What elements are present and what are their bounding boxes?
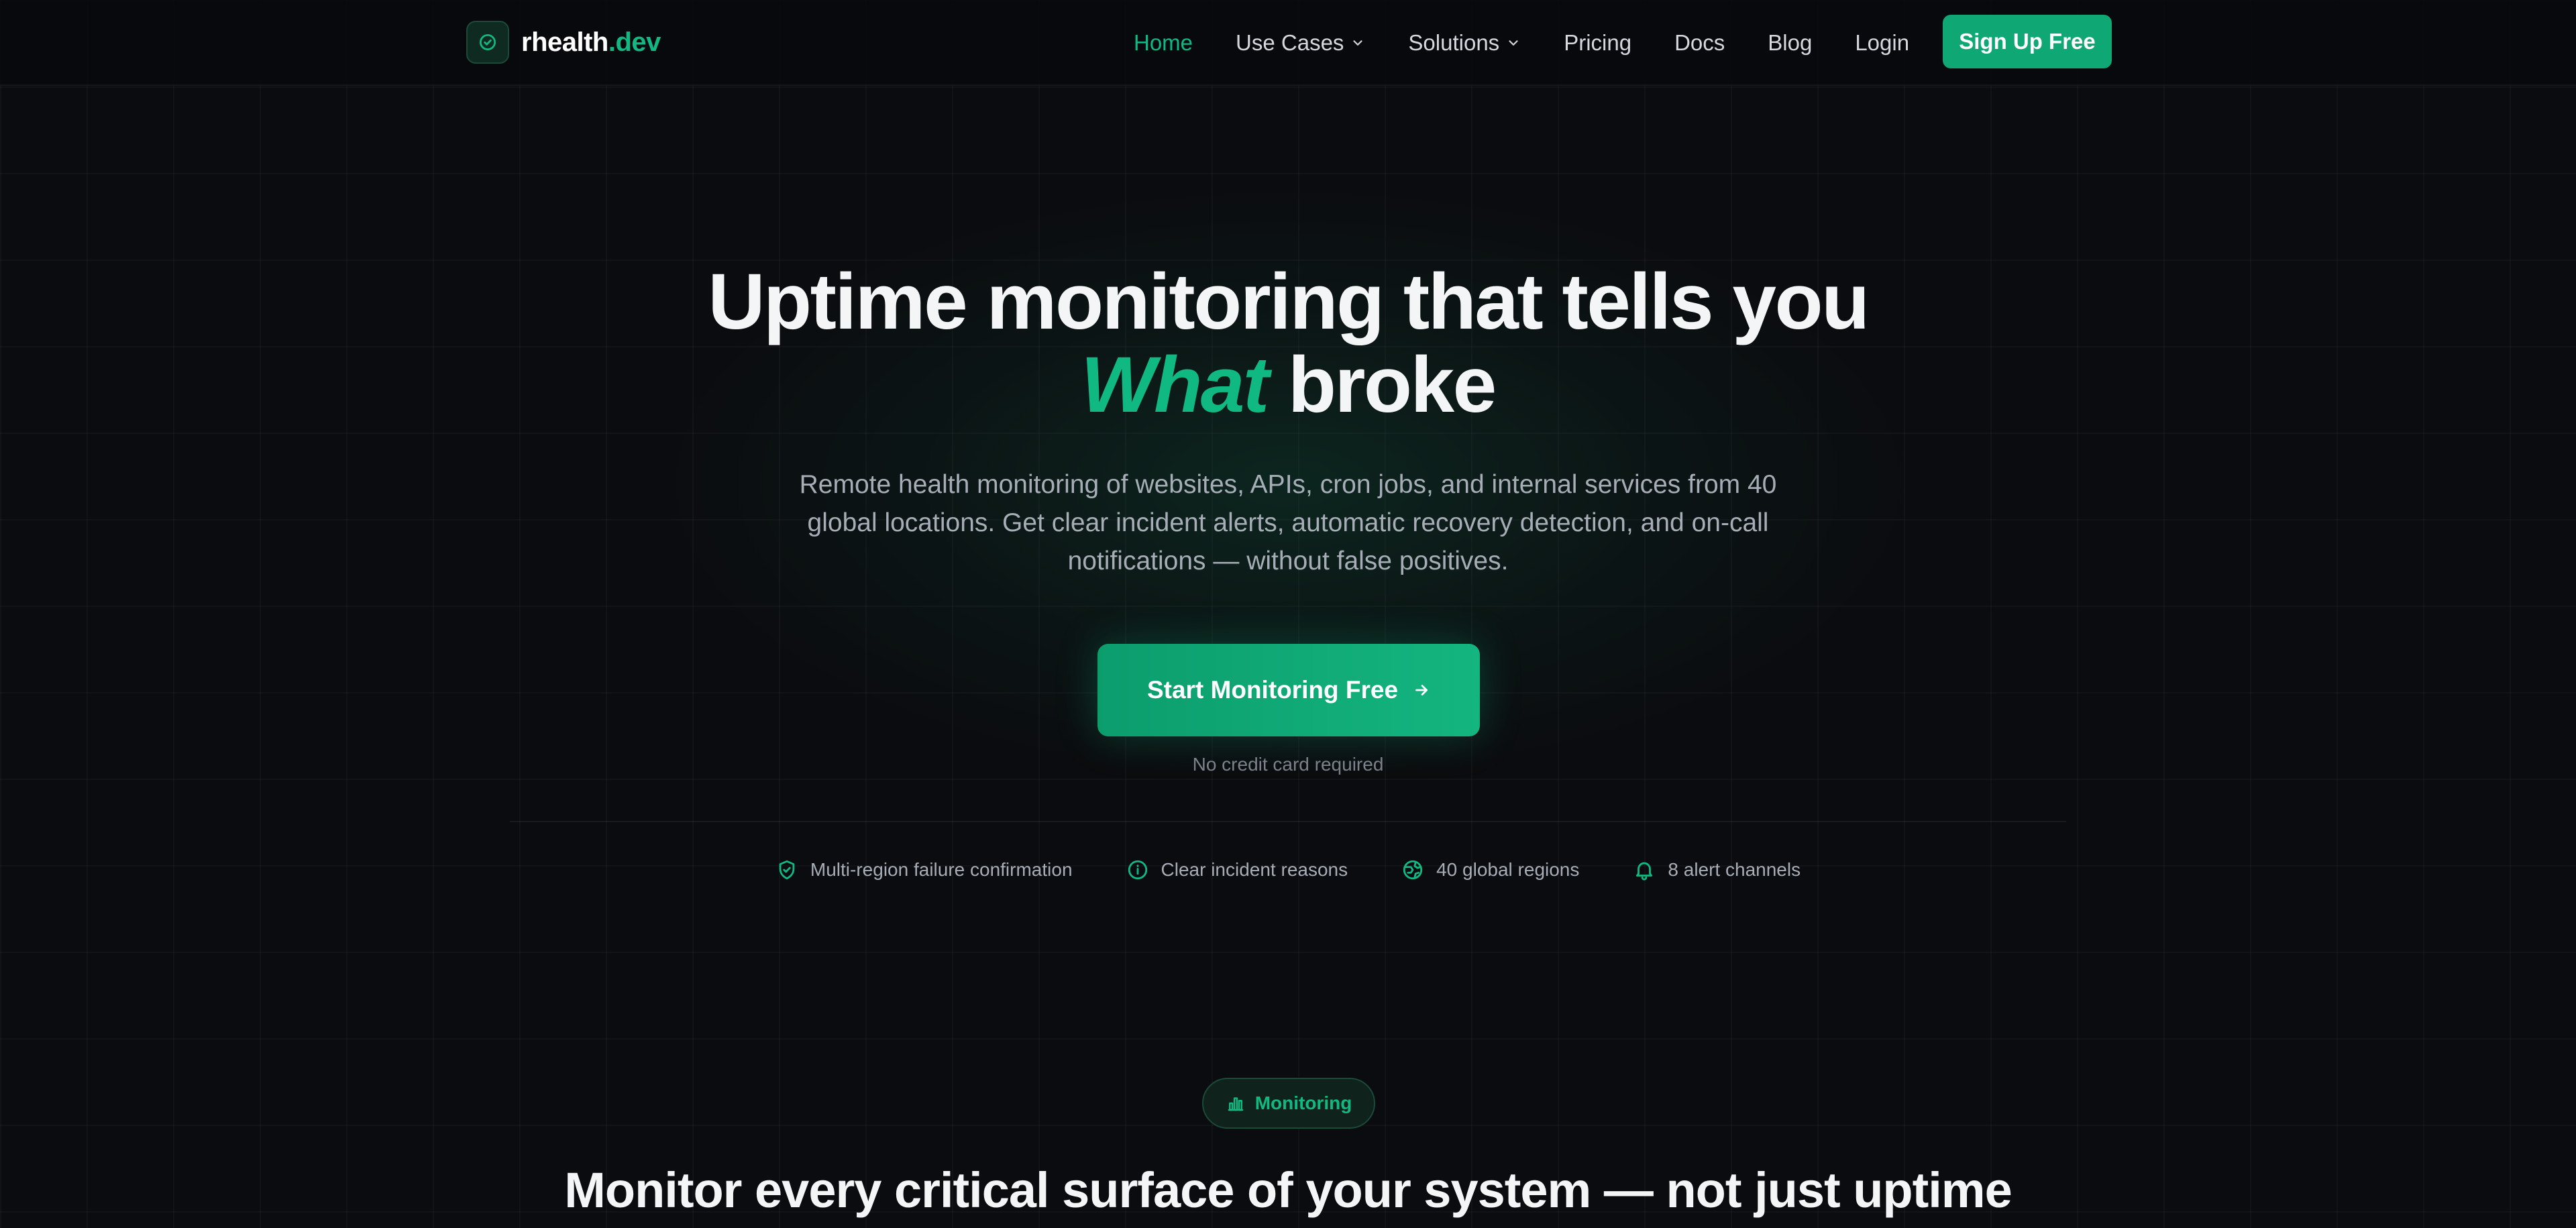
nav-home-label: Home (1134, 30, 1193, 55)
hero-title-highlight: What (1081, 341, 1269, 429)
arrow-right-icon (1413, 681, 1430, 699)
chevron-down-icon (1506, 36, 1521, 50)
nav-blog-label: Blog (1768, 30, 1813, 55)
no-credit-card-note: No credit card required (1192, 754, 1384, 775)
bar-chart-icon (1226, 1093, 1246, 1113)
nav-home[interactable]: Home (1134, 30, 1193, 56)
nav-docs-label: Docs (1674, 30, 1725, 55)
bell-icon (1633, 858, 1656, 881)
globe-icon (1401, 858, 1424, 881)
brand-name-tld: .dev (608, 27, 661, 57)
feature-item: 8 alert channels (1633, 858, 1801, 881)
brand-check-icon (466, 21, 509, 64)
nav-use-cases[interactable]: Use Cases (1236, 30, 1365, 56)
section-title: Monitor every critical surface of your s… (564, 1162, 2012, 1218)
info-circle-icon (1126, 858, 1149, 881)
feature-label: Multi-region failure confirmation (810, 859, 1073, 880)
nav-blog[interactable]: Blog (1768, 30, 1812, 56)
feature-item: 40 global regions (1401, 858, 1579, 881)
brand-name-main: rhealth (521, 27, 608, 57)
feature-label: 40 global regions (1436, 859, 1580, 880)
nav-pricing-label: Pricing (1564, 30, 1632, 55)
nav-solutions-label: Solutions (1408, 30, 1500, 55)
nav-use-cases-label: Use Cases (1236, 30, 1344, 55)
brand-logo[interactable]: rhealth.dev (466, 20, 661, 64)
feature-label: 8 alert channels (1668, 859, 1801, 880)
brand-name: rhealth.dev (521, 27, 661, 58)
hero-title-rest: broke (1267, 341, 1497, 429)
chevron-down-icon (1350, 36, 1365, 50)
monitoring-badge: Monitoring (1202, 1078, 1375, 1129)
nav-links: Home Use Cases Solutions Pricing Docs Bl… (1134, 0, 1952, 86)
hero-subtitle: Remote health monitoring of websites, AP… (799, 470, 1777, 575)
nav-solutions[interactable]: Solutions (1408, 30, 1521, 56)
top-nav: rhealth.dev Home Use Cases Solutions Pri… (0, 0, 2576, 86)
feature-list: Multi-region failure confirmation Clear … (0, 852, 2576, 888)
feature-item: Multi-region failure confirmation (775, 858, 1073, 881)
sign-up-button[interactable]: Sign Up Free (1943, 15, 2112, 68)
hero-title: Uptime monitoring that tells you What br… (0, 260, 2576, 427)
monitoring-badge-label: Monitoring (1254, 1093, 1352, 1113)
nav-login-label: Login (1855, 30, 1910, 55)
hero-title-line1: Uptime monitoring that tells you (708, 258, 1870, 346)
nav-pricing[interactable]: Pricing (1564, 30, 1631, 56)
feature-label: Clear incident reasons (1161, 859, 1348, 880)
page: rhealth.dev Home Use Cases Solutions Pri… (0, 0, 2576, 1228)
divider (510, 821, 2066, 822)
feature-item: Clear incident reasons (1126, 858, 1348, 881)
nav-docs[interactable]: Docs (1674, 30, 1725, 56)
nav-login[interactable]: Login (1855, 30, 1909, 56)
shield-check-icon (775, 858, 798, 881)
start-monitoring-label: Start Monitoring Free (1146, 676, 1399, 704)
start-monitoring-button[interactable]: Start Monitoring Free (1097, 644, 1480, 736)
